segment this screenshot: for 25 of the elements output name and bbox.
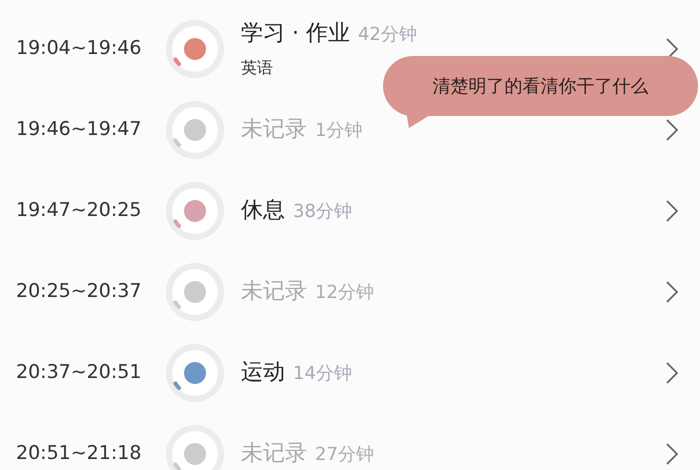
activity-title: 未记录 bbox=[241, 278, 307, 306]
bubble-text: 清楚明了的看清你干了什么 bbox=[432, 74, 648, 98]
chevron-right-icon[interactable] bbox=[666, 442, 678, 464]
activity-title: 休息 bbox=[241, 197, 285, 225]
duration: 38分钟 bbox=[293, 200, 352, 224]
time-range: 20:25~20:37 bbox=[15, 279, 142, 304]
activity-title: 运动 bbox=[241, 359, 285, 387]
time-range: 20:51~21:18 bbox=[15, 441, 142, 466]
time-range: 19:04~19:46 bbox=[15, 36, 142, 62]
time-range: 19:47~20:25 bbox=[15, 198, 142, 224]
activity-title: 学习 · 作业 bbox=[241, 20, 350, 48]
time-range: 19:46~19:47 bbox=[15, 117, 142, 142]
chevron-right-icon[interactable] bbox=[666, 280, 678, 302]
activity-title: 未记录 bbox=[241, 116, 307, 144]
duration: 42分钟 bbox=[358, 23, 417, 47]
activity-title: 未记录 bbox=[241, 440, 307, 468]
duration: 1分钟 bbox=[315, 119, 362, 143]
chevron-right-icon[interactable] bbox=[666, 200, 678, 222]
duration: 14分钟 bbox=[293, 362, 352, 386]
time-range: 20:37~20:51 bbox=[15, 360, 142, 386]
chevron-right-icon[interactable] bbox=[666, 362, 678, 384]
activity-subtitle: 英语 bbox=[241, 57, 273, 79]
duration: 27分钟 bbox=[315, 443, 374, 467]
duration: 12分钟 bbox=[315, 281, 374, 305]
chevron-right-icon[interactable] bbox=[666, 118, 678, 140]
